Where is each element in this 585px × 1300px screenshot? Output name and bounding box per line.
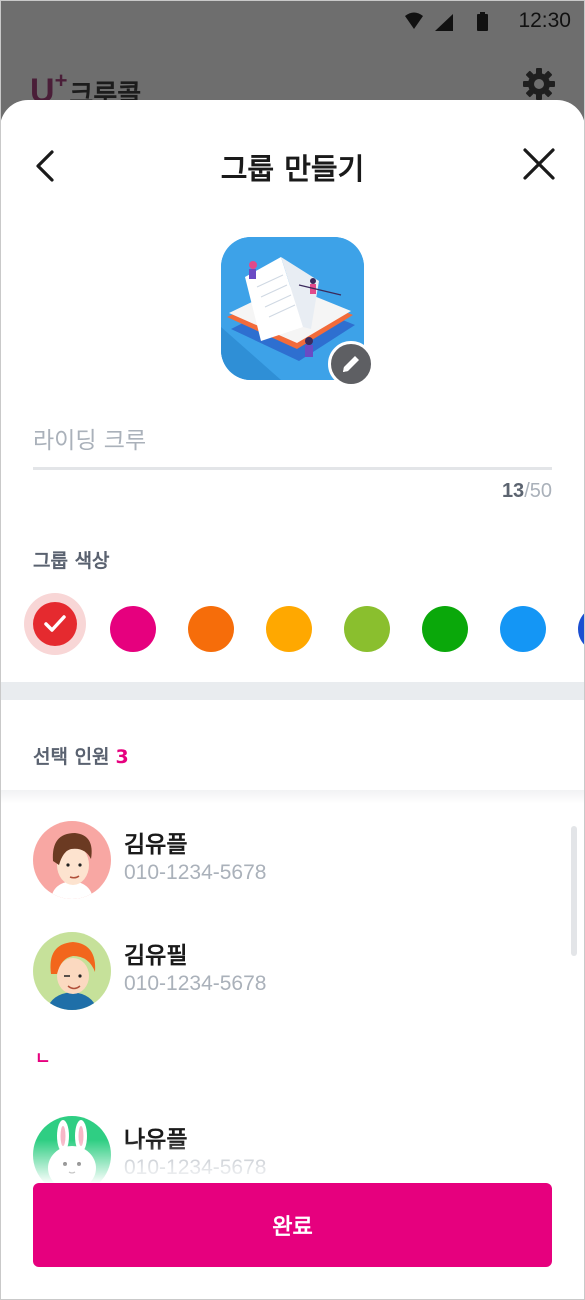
avatar xyxy=(33,821,111,899)
member-phone: 010-1234-5678 xyxy=(124,861,267,884)
color-swatch-red[interactable] xyxy=(33,602,77,646)
member-list[interactable]: 김유플 010-1234-5678 김유필 010-1234-5678 ㄴ xyxy=(0,804,585,1184)
group-image-container[interactable] xyxy=(221,237,374,387)
selected-members-count: 3 xyxy=(115,746,129,768)
avatar xyxy=(33,932,111,1010)
color-swatch-amber[interactable] xyxy=(266,606,312,652)
status-time: 12:30 xyxy=(518,9,571,32)
done-button[interactable]: 완료 xyxy=(33,1183,552,1267)
member-name: 김유필 xyxy=(124,943,188,969)
member-phone: 010-1234-5678 xyxy=(124,972,267,995)
section-index-letter: ㄴ xyxy=(35,1049,51,1069)
color-swatch-sky[interactable] xyxy=(500,606,546,652)
signal-icon xyxy=(435,14,453,31)
check-icon xyxy=(44,615,66,632)
list-top-shadow xyxy=(0,790,585,804)
close-icon[interactable] xyxy=(521,146,557,182)
sheet-header: 그룹 만들기 xyxy=(0,100,585,230)
selected-members-label: 선택 인원 3 xyxy=(33,746,129,768)
pencil-icon xyxy=(343,356,359,372)
color-swatch-lime[interactable] xyxy=(344,606,390,652)
char-count-current: 13 xyxy=(501,480,525,502)
color-swatch-row xyxy=(0,596,585,660)
edit-image-button[interactable] xyxy=(328,341,374,387)
page-title: 그룹 만들기 xyxy=(220,152,365,186)
color-swatch-magenta[interactable] xyxy=(110,606,156,652)
status-bar: 12:30 xyxy=(0,0,585,44)
color-swatch-green[interactable] xyxy=(422,606,468,652)
gear-icon xyxy=(523,68,555,100)
status-icons xyxy=(405,12,488,31)
group-color-label: 그룹 색상 xyxy=(33,550,110,572)
wifi-icon xyxy=(405,12,423,29)
group-name-input[interactable] xyxy=(33,422,552,470)
create-group-sheet: 그룹 만들기 라이딩 크루 13/50 그룹 색상 선택 인원 3 김유플 01… xyxy=(0,100,585,1300)
color-swatch-orange[interactable] xyxy=(188,606,234,652)
list-item[interactable]: 김유필 010-1234-5678 xyxy=(0,932,585,1022)
list-scrollbar[interactable] xyxy=(571,826,577,956)
list-item[interactable]: 김유플 010-1234-5678 xyxy=(0,821,585,911)
battery-icon xyxy=(477,14,488,31)
section-divider xyxy=(0,682,585,700)
list-bottom-fade xyxy=(0,1140,585,1184)
char-counter: 13/50 xyxy=(502,480,552,503)
member-name: 김유플 xyxy=(124,832,188,858)
color-swatch-blue[interactable] xyxy=(578,606,585,652)
char-count-max: /50 xyxy=(524,480,552,502)
